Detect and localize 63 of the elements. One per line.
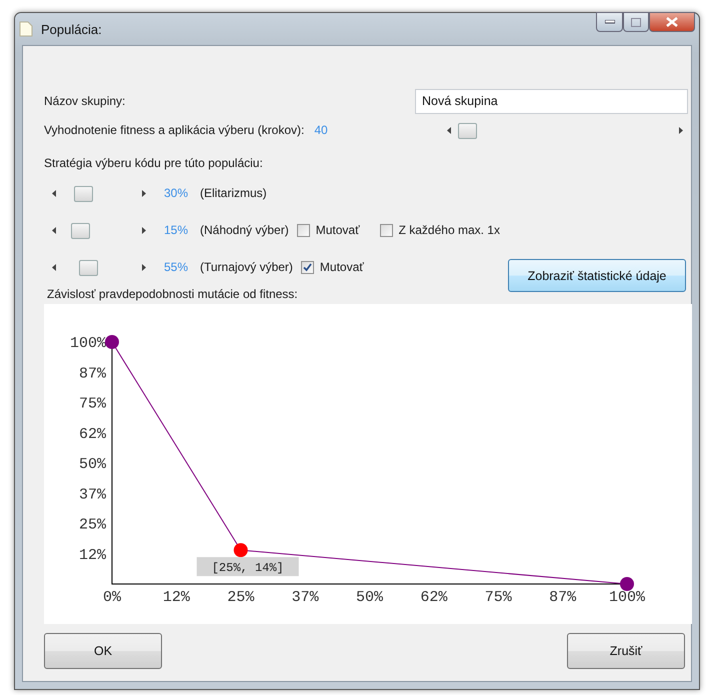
maximize-button[interactable] [623,12,649,32]
y-tick-label: 75% [78,396,106,412]
x-tick-label: 12% [162,589,190,606]
y-tick-label: 50% [78,456,106,473]
data-point[interactable] [620,577,634,591]
data-point[interactable] [234,543,248,558]
y-tick-label: 37% [78,486,106,504]
right-arrow-icon [142,264,146,270]
field-label: Názov skupiny: [44,94,126,108]
x-tick-label: 87% [549,589,576,606]
point-tooltip: [25%, 14%] [196,557,299,576]
right-arrow-icon [142,190,146,196]
checkbox-label: Z každého max. 1x [398,223,500,237]
slider-thumb[interactable] [71,223,90,239]
checkbox[interactable] [380,224,393,236]
window-title: Populácia: [41,22,102,36]
y-tick-label: 62% [78,426,106,443]
checkbox[interactable] [296,224,310,236]
x-tick-label: 0% [103,589,121,606]
maximize-icon [631,18,641,26]
x-tick-label: 37% [292,589,319,606]
percent-reading: 15% [162,223,188,237]
x-tick-label: 100% [609,589,645,606]
x-tick-label: 25% [227,589,254,606]
section-label: Stratégia výberu kódu pre túto populáciu: [44,156,263,170]
checkbox-label: Mutovať [316,223,360,237]
data-point[interactable] [105,335,119,349]
chart-label: Závislosť pravdepodobnosti mutácie od fitness: [47,287,298,301]
right-arrow-icon [679,126,683,134]
minimize-icon [604,20,614,24]
y-tick-label: 100% [70,335,106,352]
right-arrow-icon [142,226,146,234]
show-statistics-button[interactable]: Zobraziť štatistické údaje [508,259,686,292]
y-tick-label: 25% [78,516,106,534]
annotation: [25%, 14%] [212,561,284,576]
y-tick-label: 87% [78,365,106,382]
steps-reading: 40 [314,123,328,137]
strategy-name: (Elitarizmus) [200,186,267,200]
cancel-button[interactable]: Zrušiť [567,633,685,669]
x-tick-label: 50% [356,589,383,606]
field-label: Vyhodnotenie fitness a aplikácia výberu (krokov): [44,123,304,137]
percent-reading: 55% [162,260,188,274]
close-button[interactable] [649,12,695,32]
group-name-field[interactable]: Nová skupina [415,88,688,114]
strategy-name: (Náhodný výber) [200,223,289,237]
document-icon [19,21,33,37]
percent-reading: 30% [162,186,188,200]
x-tick-label: 62% [420,589,448,606]
slider-thumb[interactable] [78,260,98,276]
x-tick-label: 75% [484,589,512,606]
slider-thumb[interactable] [458,123,477,139]
ok-button[interactable]: OK [44,633,162,669]
strategy-name: (Turnajový výber) [200,260,293,274]
left-arrow-icon [52,226,56,234]
slider-thumb[interactable] [74,186,94,202]
left-arrow-icon [52,190,56,196]
left-arrow-icon [447,126,451,134]
checkbox-label: Mutovať [320,260,364,274]
minimize-button[interactable] [596,12,623,32]
y-tick-label: 12% [78,546,106,564]
close-icon [666,17,678,27]
left-arrow-icon [52,264,56,270]
checkbox[interactable] [300,260,314,274]
